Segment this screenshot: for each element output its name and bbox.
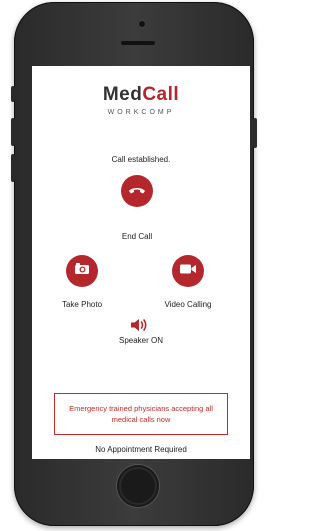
logo-subtitle: WORKCOMP (107, 109, 175, 116)
speaker-label: Speaker ON (118, 336, 164, 345)
home-button-inner (121, 469, 155, 503)
speaker-icon (130, 319, 152, 337)
video-camera-icon (179, 262, 197, 280)
phone-power-button (253, 118, 257, 148)
video-calling-button[interactable] (172, 255, 204, 287)
phone-hangup-icon (128, 182, 146, 200)
emergency-notice-text: Emergency trained physicians accepting a… (69, 404, 213, 424)
camera-icon (74, 262, 90, 280)
phone-volume-up (11, 118, 15, 146)
front-camera (138, 20, 146, 28)
end-call-label: End Call (121, 232, 153, 241)
take-photo-label: Take Photo (61, 300, 103, 309)
footer-text: No Appointment Required (95, 445, 187, 454)
take-photo-button[interactable] (66, 255, 98, 287)
earpiece-speaker (121, 41, 155, 45)
app-logo: MedCall (32, 84, 250, 106)
logo-call-text: Call (142, 84, 180, 105)
end-call-button[interactable] (121, 175, 153, 207)
emergency-notice: Emergency trained physicians accepting a… (54, 393, 228, 435)
speaker-toggle[interactable] (130, 317, 152, 333)
phone-silent-switch (11, 86, 15, 102)
app-screen: MedCall WORKCOMP Call established. End C… (32, 66, 250, 459)
phone-volume-down (11, 154, 15, 182)
logo-med-text: Med (102, 84, 143, 105)
home-button[interactable] (117, 465, 159, 507)
call-status: Call established. (111, 155, 171, 164)
video-calling-label: Video Calling (164, 300, 212, 309)
